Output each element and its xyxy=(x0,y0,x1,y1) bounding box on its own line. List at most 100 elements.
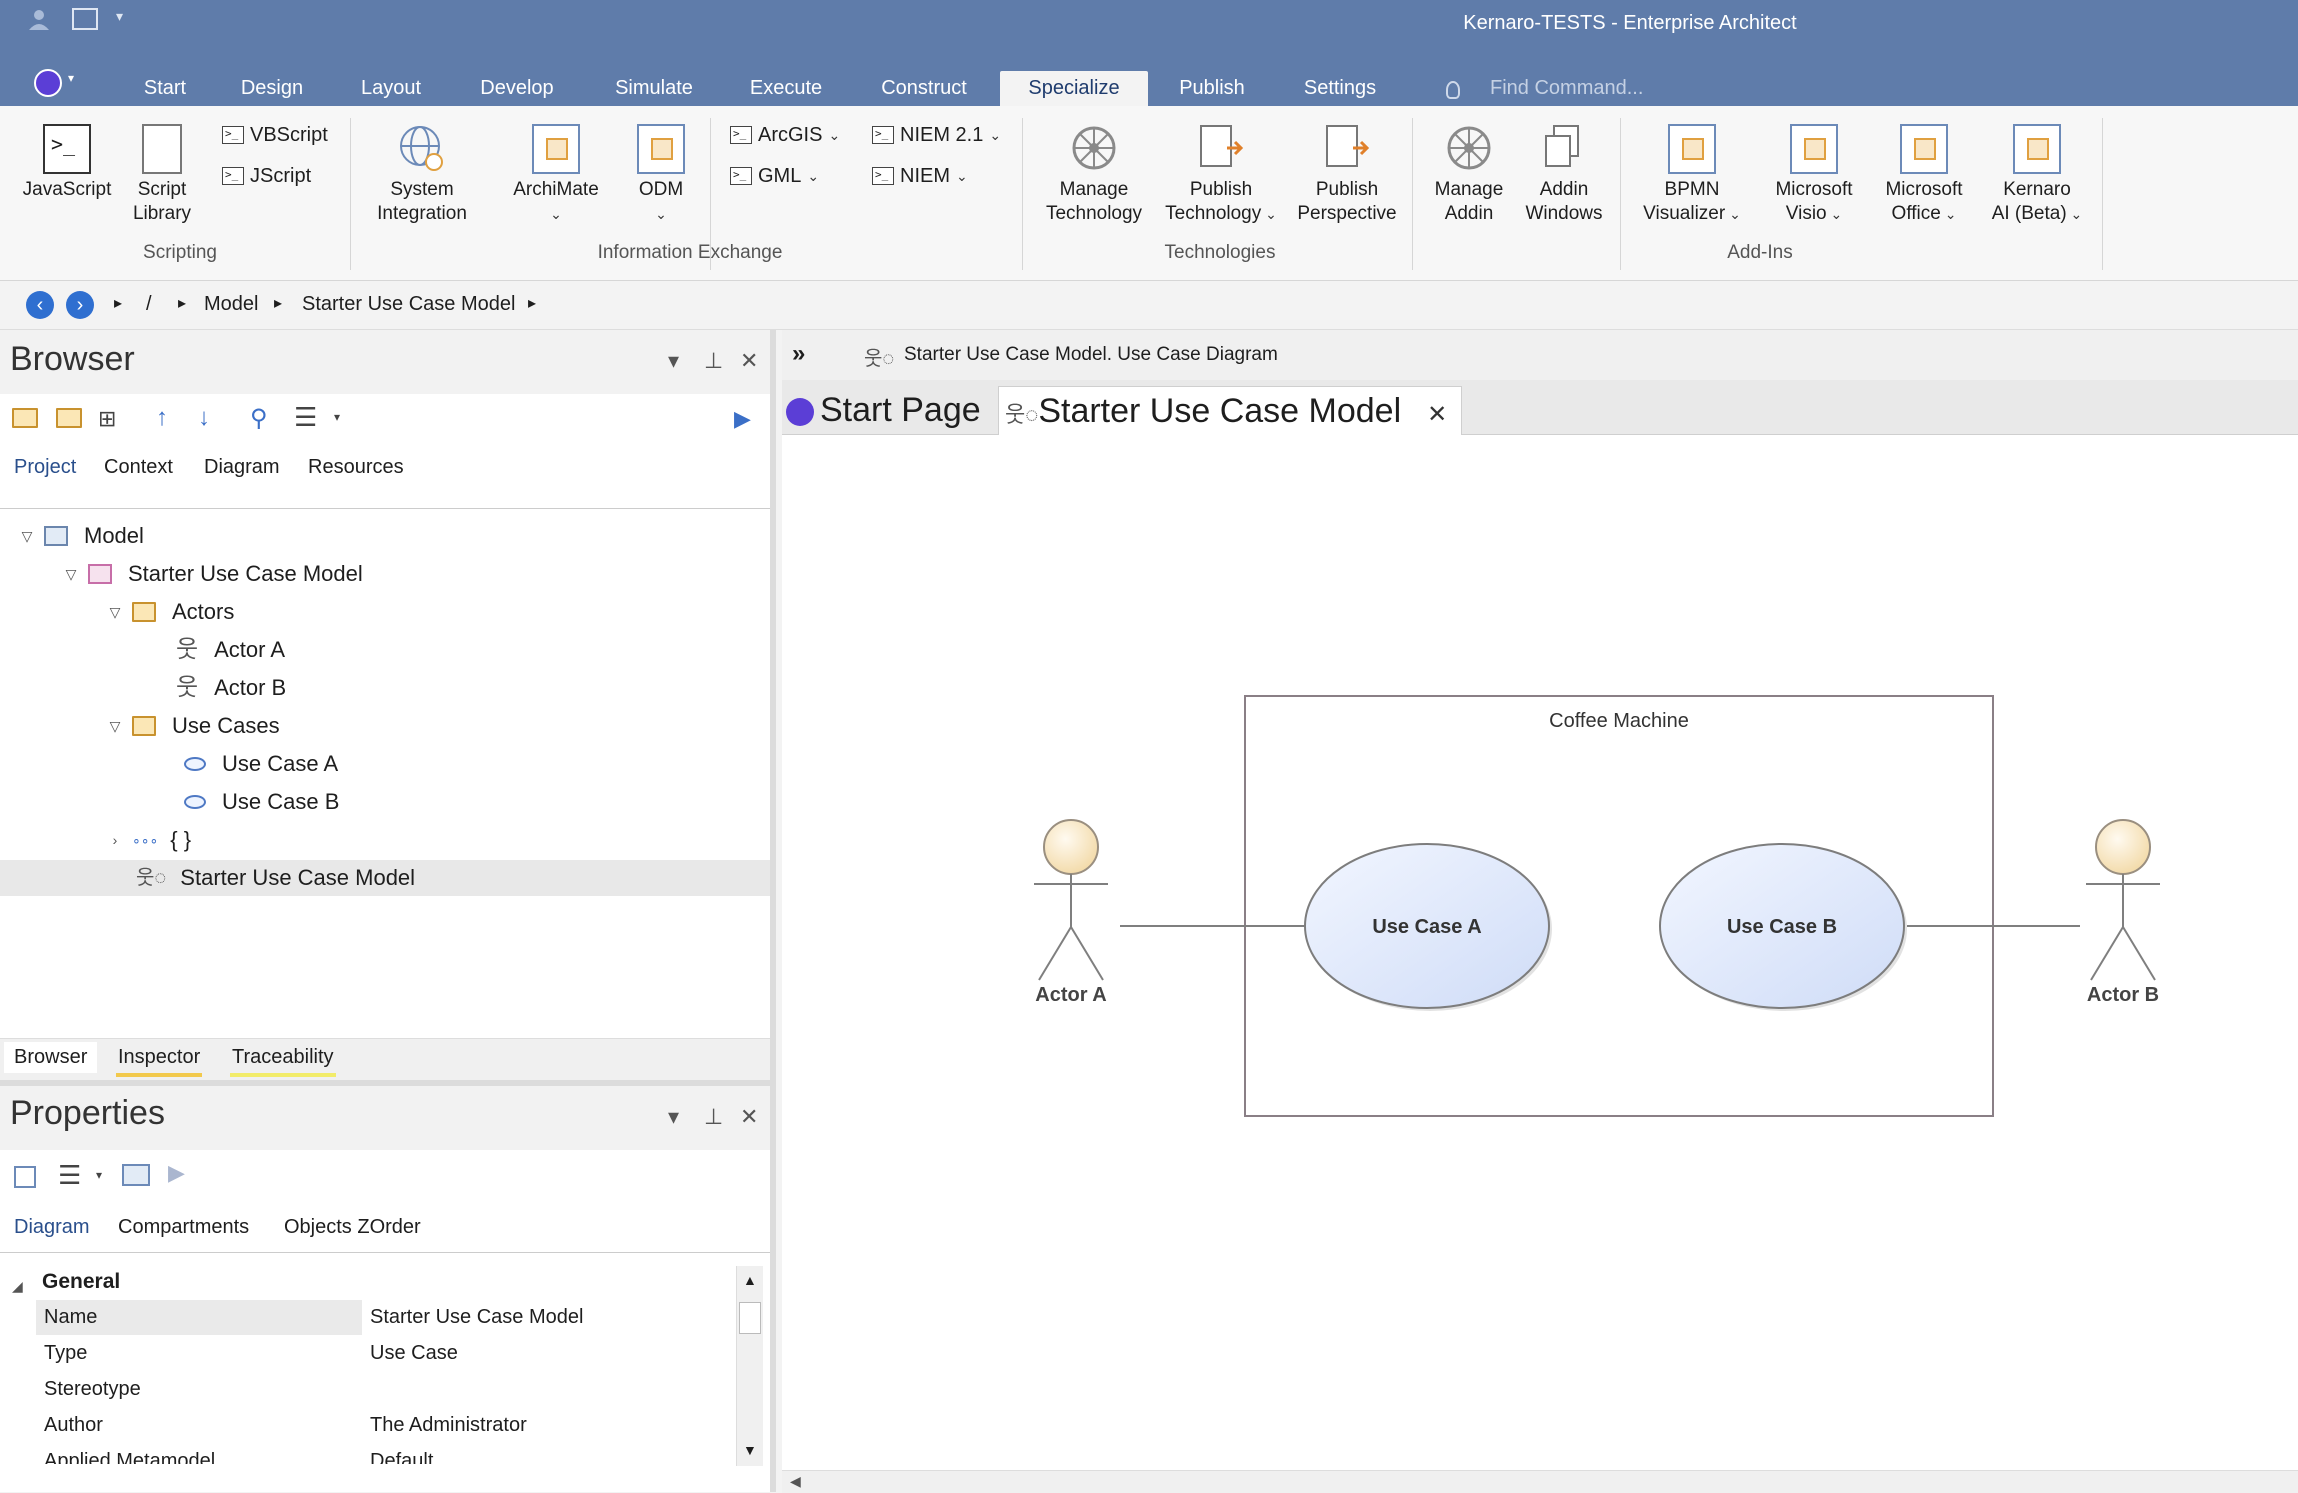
prop-row-author[interactable]: Author The Administrator xyxy=(36,1408,736,1443)
pin-icon[interactable]: ⊥ xyxy=(704,1104,723,1130)
use-case-b[interactable]: Use Case B xyxy=(1659,843,1907,1011)
menu-start[interactable]: Start xyxy=(128,71,202,106)
prop-value[interactable]: The Administrator xyxy=(370,1408,527,1443)
menu-caret-icon[interactable]: ▾ xyxy=(334,410,340,424)
expand-icon[interactable]: › xyxy=(106,822,124,858)
properties-window-icon[interactable] xyxy=(122,1164,150,1186)
menu-layout[interactable]: Layout xyxy=(346,71,436,106)
tab-diagram[interactable]: Diagram xyxy=(204,456,280,479)
hierarchy-icon[interactable]: ⊞ xyxy=(98,406,126,432)
expand-panel-icon[interactable]: » xyxy=(792,340,805,368)
close-icon[interactable]: ✕ xyxy=(740,1104,758,1130)
manage-technology-button[interactable]: Manage Technology xyxy=(1034,124,1154,226)
menu-publish[interactable]: Publish xyxy=(1162,71,1262,106)
addin-windows-button[interactable]: Addin Windows xyxy=(1516,124,1612,226)
app-menu-icon[interactable] xyxy=(34,69,62,97)
collapse-icon[interactable]: ▽ xyxy=(106,708,124,744)
back-icon[interactable]: ‹ xyxy=(26,291,54,319)
tab-diagram-properties[interactable]: Diagram xyxy=(14,1216,90,1239)
move-up-icon[interactable]: ↑ xyxy=(156,404,168,432)
prop-value[interactable]: Default xyxy=(370,1444,433,1464)
save-icon[interactable] xyxy=(14,1166,36,1188)
tree-item-actor-a[interactable]: 웃 Actor A xyxy=(176,632,285,668)
tab-context[interactable]: Context xyxy=(104,456,173,479)
manage-addin-button[interactable]: Manage Addin xyxy=(1422,124,1516,226)
panel-dropdown-icon[interactable]: ▾ xyxy=(668,348,679,374)
forward-icon[interactable]: › xyxy=(66,291,94,319)
tree-item-braces[interactable]: › ∘∘∘ { } xyxy=(106,822,191,858)
quick-access-dropdown-icon[interactable]: ▾ xyxy=(116,8,123,25)
niem21-button[interactable]: >_ NIEM 2.1 ⌄ xyxy=(872,120,1001,150)
breadcrumb-arrow-icon[interactable]: ▸ xyxy=(274,293,282,313)
publish-technology-button[interactable]: Publish Technology ⌄ xyxy=(1156,124,1286,226)
expand-right-icon[interactable]: ▶ xyxy=(168,1160,185,1186)
new-package-icon[interactable] xyxy=(12,408,40,430)
bottom-tab-inspector[interactable]: Inspector xyxy=(116,1042,203,1077)
archimate-button[interactable]: ArchiMate ⌄ xyxy=(500,124,612,226)
javascript-button[interactable]: >_ JavaScript xyxy=(12,124,122,202)
tab-objects-zorder[interactable]: Objects ZOrder xyxy=(284,1216,421,1239)
prop-row-applied-metamodel[interactable]: Applied Metamodel Default xyxy=(36,1444,736,1464)
breadcrumb-arrow-icon[interactable]: ▸ xyxy=(178,293,186,313)
prop-row-name[interactable]: Name Starter Use Case Model xyxy=(36,1300,736,1335)
bpmn-visualizer-button[interactable]: BPMN Visualizer ⌄ xyxy=(1630,124,1754,226)
close-tab-icon[interactable]: ✕ xyxy=(1427,401,1447,428)
bottom-tab-browser[interactable]: Browser xyxy=(4,1042,98,1073)
actor-b[interactable]: Actor B xyxy=(2086,819,2160,1006)
tree-item-actors[interactable]: ▽ Actors xyxy=(106,594,235,630)
menu-settings[interactable]: Settings xyxy=(1288,71,1392,106)
scroll-up-icon[interactable]: ▲ xyxy=(743,1272,757,1288)
niem-button[interactable]: >_ NIEM ⌄ xyxy=(872,161,968,191)
menu-lines-icon[interactable]: ☰ xyxy=(58,1160,81,1191)
scroll-thumb[interactable] xyxy=(739,1302,761,1334)
script-library-button[interactable]: Script Library xyxy=(120,124,204,226)
tree-item-actor-b[interactable]: 웃 Actor B xyxy=(176,670,286,706)
breadcrumb-starter-use-case-model[interactable]: Starter Use Case Model xyxy=(302,293,515,316)
microsoft-visio-button[interactable]: Microsoft Visio ⌄ xyxy=(1762,124,1866,226)
tree-item-use-case-b[interactable]: Use Case B xyxy=(184,784,339,820)
tree-item-use-case-a[interactable]: Use Case A xyxy=(184,746,338,782)
menu-develop[interactable]: Develop xyxy=(462,71,572,106)
user-icon[interactable] xyxy=(28,8,50,30)
tab-resources[interactable]: Resources xyxy=(308,456,404,479)
breadcrumb-arrow-icon[interactable]: ▸ xyxy=(528,293,536,313)
bottom-tab-traceability[interactable]: Traceability xyxy=(230,1042,336,1077)
breadcrumb-arrow-icon[interactable]: ▸ xyxy=(114,293,122,313)
vbscript-button[interactable]: >_ VBScript xyxy=(222,120,328,150)
scroll-left-icon[interactable]: ◀ xyxy=(790,1473,801,1490)
prop-row-stereotype[interactable]: Stereotype xyxy=(36,1372,736,1407)
prop-value[interactable]: Use Case xyxy=(370,1336,458,1371)
app-menu-caret-icon[interactable]: ▾ xyxy=(68,71,74,85)
scroll-down-icon[interactable]: ▼ xyxy=(743,1442,757,1458)
system-integration-button[interactable]: System Integration xyxy=(362,124,482,226)
tab-starter-use-case-model[interactable]: 웃◌Starter Use Case Model ✕ xyxy=(998,386,1463,435)
prop-row-type[interactable]: Type Use Case xyxy=(36,1336,736,1371)
breadcrumb-model[interactable]: Model xyxy=(204,293,258,316)
menu-construct[interactable]: Construct xyxy=(864,71,984,106)
tree-item-starter-use-case-model[interactable]: ▽ Starter Use Case Model xyxy=(62,556,363,592)
tab-project[interactable]: Project xyxy=(14,456,76,479)
expand-right-icon[interactable]: ▶ xyxy=(734,406,751,432)
gml-button[interactable]: >_ GML ⌄ xyxy=(730,161,819,191)
jscript-button[interactable]: >_ JScript xyxy=(222,161,311,191)
collapse-icon[interactable]: ▽ xyxy=(62,556,80,592)
collapse-icon[interactable]: ▽ xyxy=(106,594,124,630)
tree-item-diagram[interactable]: 웃◌ Starter Use Case Model xyxy=(136,860,415,896)
locate-icon[interactable]: ⚲ xyxy=(250,404,268,433)
menu-execute[interactable]: Execute xyxy=(736,71,836,106)
menu-simulate[interactable]: Simulate xyxy=(602,71,706,106)
publish-perspective-button[interactable]: Publish Perspective xyxy=(1290,124,1404,226)
odm-button[interactable]: ODM ⌄ xyxy=(626,124,696,226)
menu-lines-icon[interactable]: ☰ xyxy=(294,402,317,433)
panel-dropdown-icon[interactable]: ▾ xyxy=(668,1104,679,1130)
properties-scrollbar[interactable]: ▲ ▼ xyxy=(736,1266,763,1466)
collapse-section-icon[interactable]: ◢ xyxy=(12,1278,23,1295)
tab-start-page[interactable]: Start Page xyxy=(786,386,993,434)
prop-value[interactable]: Starter Use Case Model xyxy=(370,1300,583,1335)
menu-caret-icon[interactable]: ▾ xyxy=(96,1168,102,1182)
find-command-input[interactable]: Find Command... xyxy=(1490,71,1643,106)
close-icon[interactable]: ✕ xyxy=(740,348,758,374)
tree-item-use-cases[interactable]: ▽ Use Cases xyxy=(106,708,280,744)
kernaro-ai-button[interactable]: Kernaro AI (Beta) ⌄ xyxy=(1984,124,2090,226)
microsoft-office-button[interactable]: Microsoft Office ⌄ xyxy=(1872,124,1976,226)
